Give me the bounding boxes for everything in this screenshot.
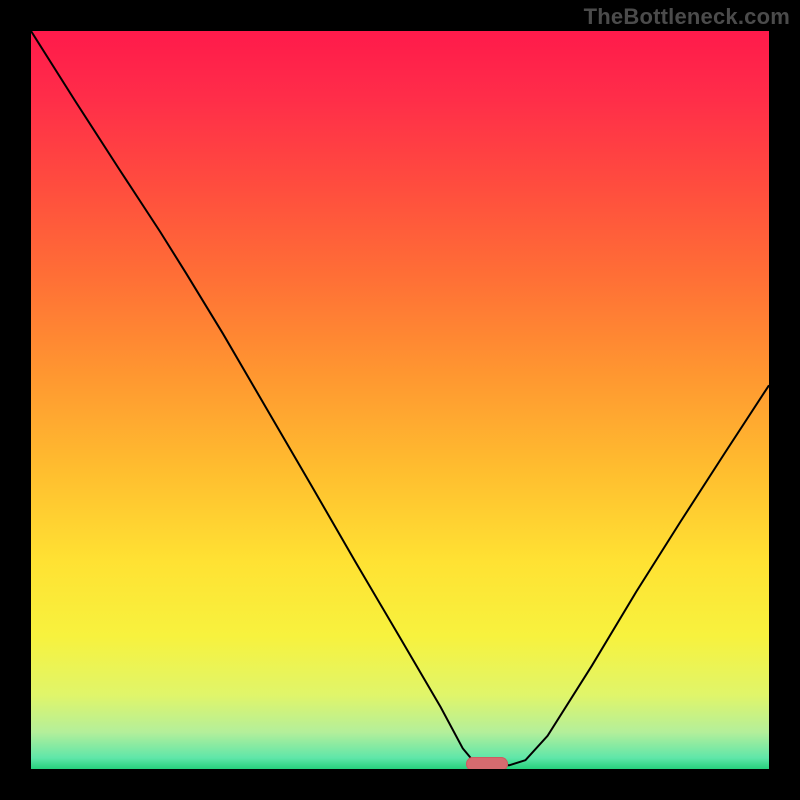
optimal-marker xyxy=(466,757,508,769)
chart-frame: TheBottleneck.com xyxy=(0,0,800,800)
plot-area xyxy=(31,31,769,769)
watermark-text: TheBottleneck.com xyxy=(584,4,790,30)
bottleneck-curve xyxy=(31,31,769,769)
